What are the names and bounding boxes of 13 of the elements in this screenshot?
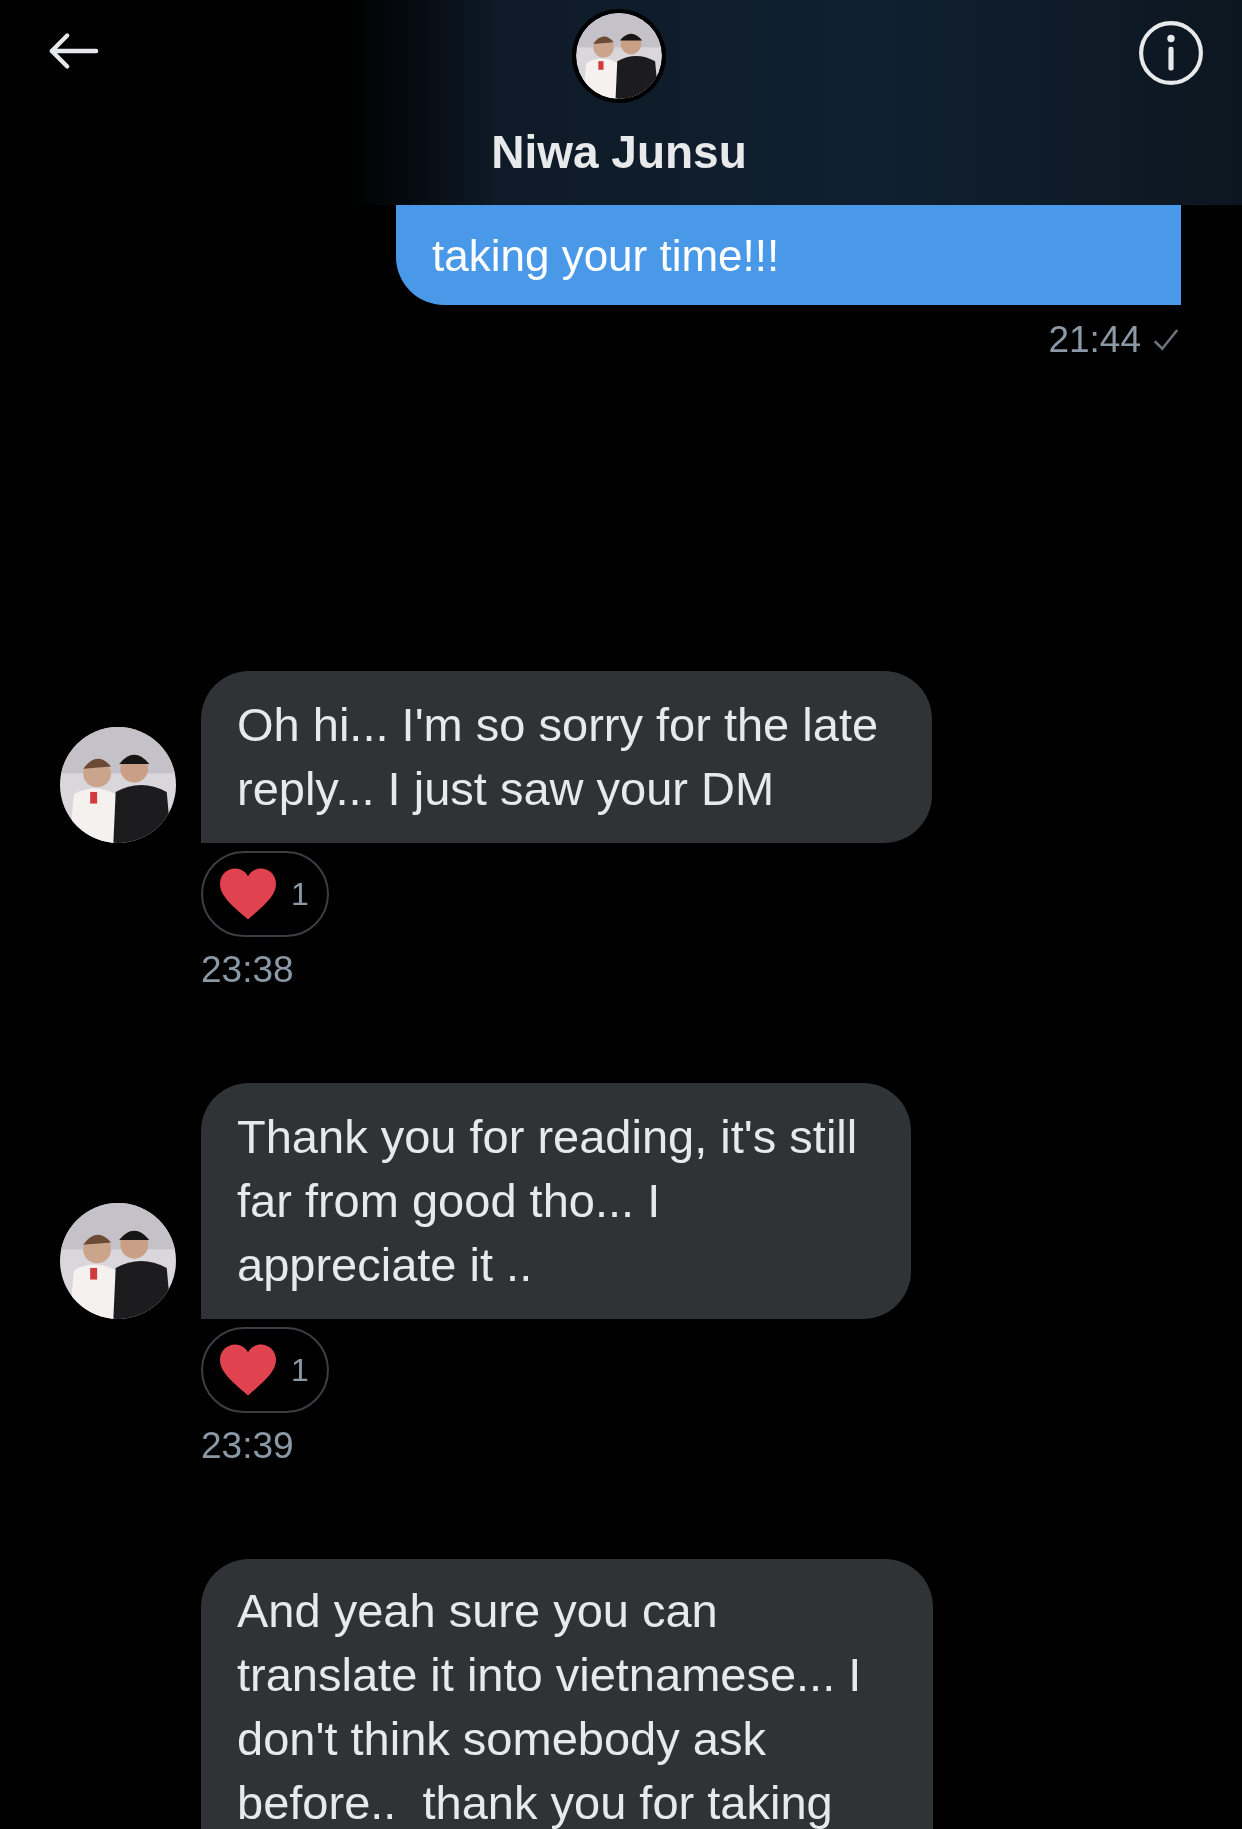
timestamp: 23:39 <box>201 1425 295 1467</box>
reaction-button[interactable]: 1 <box>201 851 329 937</box>
contact-name: Niwa Junsu <box>491 125 747 179</box>
heart-icon <box>217 1342 279 1398</box>
message-bubble: taking your time!!! <box>396 205 1181 305</box>
reaction-button[interactable]: 1 <box>201 1327 329 1413</box>
message-bubble: Oh hi... I'm so sorry for the late reply... I just saw your DM <box>201 671 933 843</box>
message-bubble: Thank you for reading, it's still far from good tho... I appreciate it .. <box>201 1083 912 1319</box>
timestamp: 21:44 <box>1048 319 1141 361</box>
info-icon[interactable] <box>1138 20 1204 86</box>
heart-icon <box>217 866 279 922</box>
timestamp: 23:38 <box>201 949 295 991</box>
message-bubble: And yeah sure you can translate it into vietnamese... I don't think somebody ask before.. thank you for taking <box>201 1559 934 1829</box>
